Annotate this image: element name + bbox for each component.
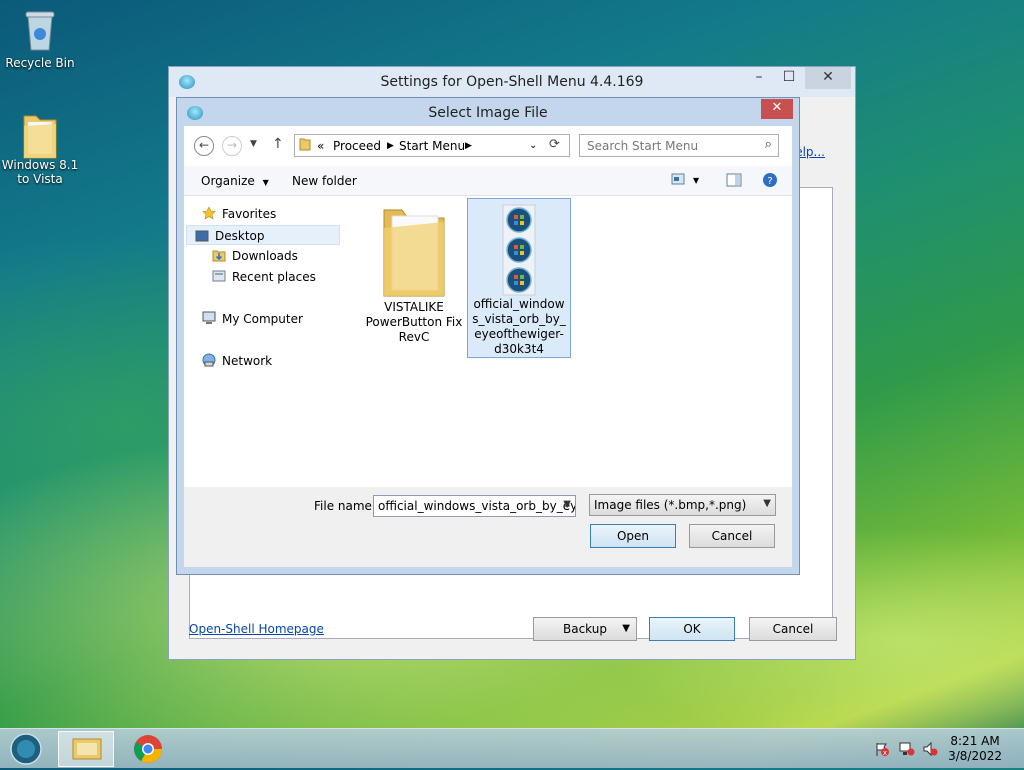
preview-pane-icon[interactable] — [726, 173, 742, 190]
dialog-title: Select Image File — [428, 105, 548, 121]
file-type-value: Image files (*.bmp,*.png) — [594, 498, 747, 512]
chrome-icon — [134, 735, 162, 763]
svg-text:x: x — [883, 749, 887, 757]
nav-item-network[interactable]: Network — [202, 351, 272, 371]
open-button[interactable]: Open — [590, 524, 676, 548]
ok-button[interactable]: OK — [649, 617, 735, 641]
search-placeholder: Search Start Menu — [587, 139, 699, 153]
view-chevron-icon[interactable]: ▼ — [693, 176, 699, 185]
file-list: VISTALIKE PowerButton Fix RevC official_… — [348, 196, 792, 492]
file-item-selected[interactable]: official_windows_vista_orb_by_eyeofthewi… — [467, 198, 571, 358]
desktop-icon-label: Recycle Bin — [5, 56, 75, 70]
recycle-bin-icon — [20, 8, 60, 52]
computer-icon — [202, 311, 216, 324]
desktop-icon-label: Windows 8.1 to Vista — [1, 158, 79, 186]
network-status-icon[interactable] — [899, 741, 915, 757]
file-name-value: official_windows_vista_orb_by_eye — [378, 499, 576, 513]
file-explorer-icon — [72, 738, 102, 760]
dialog-titlebar[interactable]: Select Image File ✕ — [177, 98, 799, 126]
view-icon[interactable] — [671, 173, 685, 188]
nav-label: Recent places — [232, 270, 316, 284]
navigation-pane: Favorites Desktop Downloads Recent place… — [184, 196, 344, 492]
chevron-down-icon[interactable]: ⌄ — [529, 140, 537, 151]
nav-label: Favorites — [222, 207, 277, 221]
up-arrow-icon[interactable]: ↑ — [272, 136, 284, 152]
folder-icon — [20, 110, 60, 159]
open-shell-homepage-link[interactable]: Open-Shell Homepage — [189, 622, 324, 636]
maximize-button[interactable]: ☐ — [773, 67, 805, 89]
action-center-flag-icon[interactable]: x — [874, 741, 890, 757]
chevron-down-icon[interactable]: ▼ — [563, 499, 571, 510]
vista-orb-image-icon — [472, 201, 566, 297]
taskbar: x 8:21 AM 3/8/2022 — [0, 728, 1024, 768]
start-orb-icon — [10, 733, 42, 765]
clock-time: 8:21 AM — [950, 734, 1000, 748]
forward-button[interactable]: → — [222, 136, 242, 156]
refresh-icon[interactable]: ⟳ — [549, 137, 560, 152]
dialog-content: ← → ▼ ↑ « Proceed ▶ Start Menu ▶ ⌄ ⟳ Sea… — [184, 126, 792, 567]
address-bar[interactable]: « Proceed ▶ Start Menu ▶ ⌄ ⟳ — [294, 134, 570, 157]
help-icon[interactable]: ? — [762, 172, 778, 191]
minimize-button[interactable]: – — [743, 67, 775, 89]
clock-date: 3/8/2022 — [948, 749, 1002, 763]
search-box[interactable]: Search Start Menu ⌕ — [579, 134, 779, 157]
navigation-bar: ← → ▼ ↑ « Proceed ▶ Start Menu ▶ ⌄ ⟳ Sea… — [184, 126, 792, 166]
cancel-button[interactable]: Cancel — [749, 617, 837, 641]
nav-label: Downloads — [232, 249, 298, 263]
nav-item-desktop[interactable]: Desktop — [186, 225, 340, 245]
search-icon[interactable]: ⌕ — [765, 137, 772, 152]
star-icon — [202, 206, 216, 220]
file-type-select[interactable]: Image files (*.bmp,*.png) ▼ — [589, 494, 776, 516]
file-item[interactable]: VISTALIKE PowerButton Fix RevC — [362, 202, 466, 345]
file-name-input[interactable]: official_windows_vista_orb_by_eye ▼ — [373, 495, 576, 517]
taskbar-file-explorer[interactable] — [58, 731, 114, 767]
nav-label: Desktop — [215, 229, 265, 243]
file-name: VISTALIKE PowerButton Fix RevC — [365, 300, 463, 344]
network-icon — [202, 353, 216, 367]
taskbar-chrome[interactable] — [130, 731, 166, 767]
nav-item-favorites[interactable]: Favorites — [202, 204, 276, 224]
desktop-icon — [195, 228, 209, 242]
nav-item-recent-places[interactable]: Recent places — [212, 267, 316, 287]
volume-muted-icon[interactable] — [922, 741, 938, 757]
breadcrumb-proceed[interactable]: Proceed — [333, 139, 381, 153]
dialog-bottom-bar: File name: official_windows_vista_orb_by… — [184, 487, 792, 567]
organize-label: Organize — [201, 174, 255, 188]
nav-label: Network — [222, 354, 273, 368]
dialog-toolbar: Organize ▼ New folder ▼ ? — [184, 166, 792, 196]
chevron-down-icon[interactable]: ▼ — [763, 498, 771, 509]
backup-label: Backup — [563, 622, 607, 636]
system-clock[interactable]: 8:21 AM 3/8/2022 — [948, 734, 1002, 764]
close-button[interactable]: ✕ — [805, 67, 851, 89]
folder-icon — [362, 202, 466, 300]
backup-button[interactable]: Backup ▼ — [533, 617, 637, 641]
recent-places-icon — [212, 269, 226, 282]
breadcrumb-overflow[interactable]: « — [317, 139, 324, 153]
nav-label: My Computer — [222, 312, 303, 326]
start-button[interactable] — [8, 732, 44, 766]
downloads-icon — [212, 248, 226, 262]
folder-icon — [299, 137, 311, 154]
chevron-down-icon: ▼ — [622, 623, 630, 634]
dialog-close-button[interactable]: ✕ — [761, 99, 793, 119]
svg-text:?: ? — [767, 176, 772, 187]
recent-locations-chevron-icon[interactable]: ▼ — [250, 139, 257, 149]
file-name: official_windows_vista_orb_by_eyeofthewi… — [472, 297, 566, 356]
chevron-right-icon[interactable]: ▶ — [465, 141, 472, 151]
nav-item-my-computer[interactable]: My Computer — [202, 309, 303, 329]
file-name-label: File name: — [314, 499, 376, 513]
chevron-right-icon[interactable]: ▶ — [387, 141, 394, 151]
breadcrumb-start-menu[interactable]: Start Menu — [399, 139, 465, 153]
dialog-cancel-button[interactable]: Cancel — [689, 524, 775, 548]
nav-item-downloads[interactable]: Downloads — [212, 246, 298, 266]
select-image-dialog: Select Image File ✕ ← → ▼ ↑ « Proceed ▶ … — [176, 97, 800, 575]
back-button[interactable]: ← — [194, 136, 214, 156]
chevron-down-icon: ▼ — [262, 178, 269, 187]
settings-titlebar[interactable]: Settings for Open-Shell Menu 4.4.169 – ☐… — [169, 67, 855, 97]
desktop-icon-recycle-bin[interactable]: Recycle Bin — [0, 8, 80, 70]
desktop-icon-windows-8-1-to-vista[interactable]: Windows 8.1 to Vista — [0, 110, 80, 186]
new-folder-button[interactable]: New folder — [292, 174, 357, 188]
organize-button[interactable]: Organize ▼ — [201, 174, 269, 188]
